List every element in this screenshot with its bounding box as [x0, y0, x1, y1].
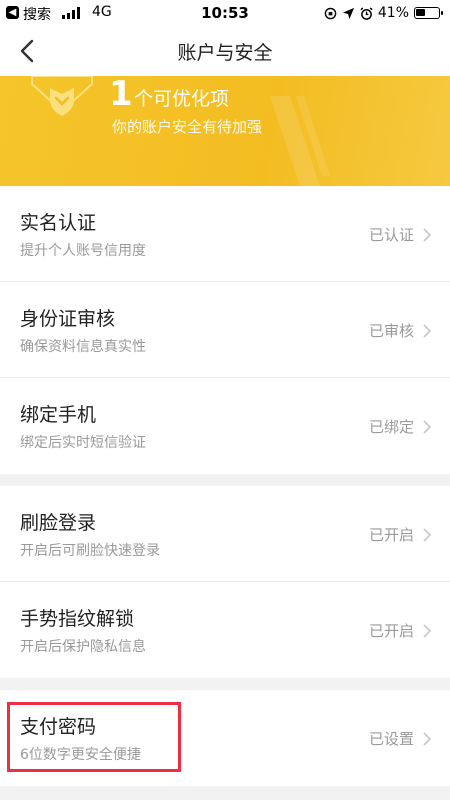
chevron-right-icon [423, 324, 432, 338]
shield-icon [31, 76, 93, 116]
alarm-icon [360, 6, 373, 20]
item-status: 已设置 [368, 730, 414, 748]
item-title: 手势指纹解锁 [20, 608, 135, 630]
login-security-group: 刷脸登录 开启后可刷脸快速登录 已开启 手势指纹解锁 开启后保护隐私信息 已开启 [0, 486, 450, 678]
verification-group: 实名认证 提升个人账号信用度 已认证 身份证审核 确保资料信息真实性 已审核 绑… [0, 186, 450, 474]
item-status: 已绑定 [368, 418, 414, 436]
item-subtitle: 开启后保护隐私信息 [20, 639, 146, 655]
item-title: 身份证审核 [20, 308, 116, 330]
highlight-annotation-box [7, 702, 181, 772]
item-subtitle: 提升个人账号信用度 [20, 243, 146, 259]
screen-lock-icon [324, 7, 337, 19]
banner-subtitle: 你的账户安全有待加强 [112, 118, 263, 136]
chevron-right-icon [423, 528, 432, 542]
list-item-face-login[interactable]: 刷脸登录 开启后可刷脸快速登录 已开启 [0, 486, 450, 582]
chevron-right-icon [423, 420, 432, 434]
optimizable-label: 个可优化项 [134, 88, 230, 110]
security-banner: 1 个可优化项 你的账户安全有待加强 [0, 76, 450, 186]
list-item-bind-phone[interactable]: 绑定手机 绑定后实时短信验证 已绑定 [0, 378, 450, 474]
list-item-id-review[interactable]: 身份证审核 确保资料信息真实性 已审核 [0, 282, 450, 378]
item-status: 已认证 [368, 226, 414, 244]
list-item-real-name[interactable]: 实名认证 提升个人账号信用度 已认证 [0, 186, 450, 282]
optimizable-count: 1 [109, 76, 133, 114]
decorative-stripes [270, 96, 330, 186]
page-title: 账户与安全 [177, 42, 273, 64]
item-title: 实名认证 [20, 212, 97, 234]
battery-icon [414, 7, 443, 19]
item-title: 绑定手机 [20, 404, 97, 426]
chevron-right-icon [423, 624, 432, 638]
battery-percent: 41% [377, 5, 409, 21]
status-bar: ◀ 搜索 4G 10:53 41% [0, 0, 450, 26]
location-icon [342, 7, 354, 19]
item-status: 已开启 [368, 526, 414, 544]
item-status: 已开启 [368, 622, 414, 640]
item-subtitle: 开启后可刷脸快速登录 [20, 543, 160, 559]
item-status: 已审核 [368, 322, 414, 340]
item-subtitle: 绑定后实时短信验证 [20, 435, 146, 451]
chevron-right-icon [423, 228, 432, 242]
list-item-gesture-fingerprint[interactable]: 手势指纹解锁 开启后保护隐私信息 已开启 [0, 582, 450, 678]
item-subtitle: 确保资料信息真实性 [20, 339, 146, 355]
item-title: 刷脸登录 [20, 512, 97, 534]
navigation-bar: 账户与安全 [0, 26, 450, 76]
chevron-right-icon [423, 732, 432, 746]
